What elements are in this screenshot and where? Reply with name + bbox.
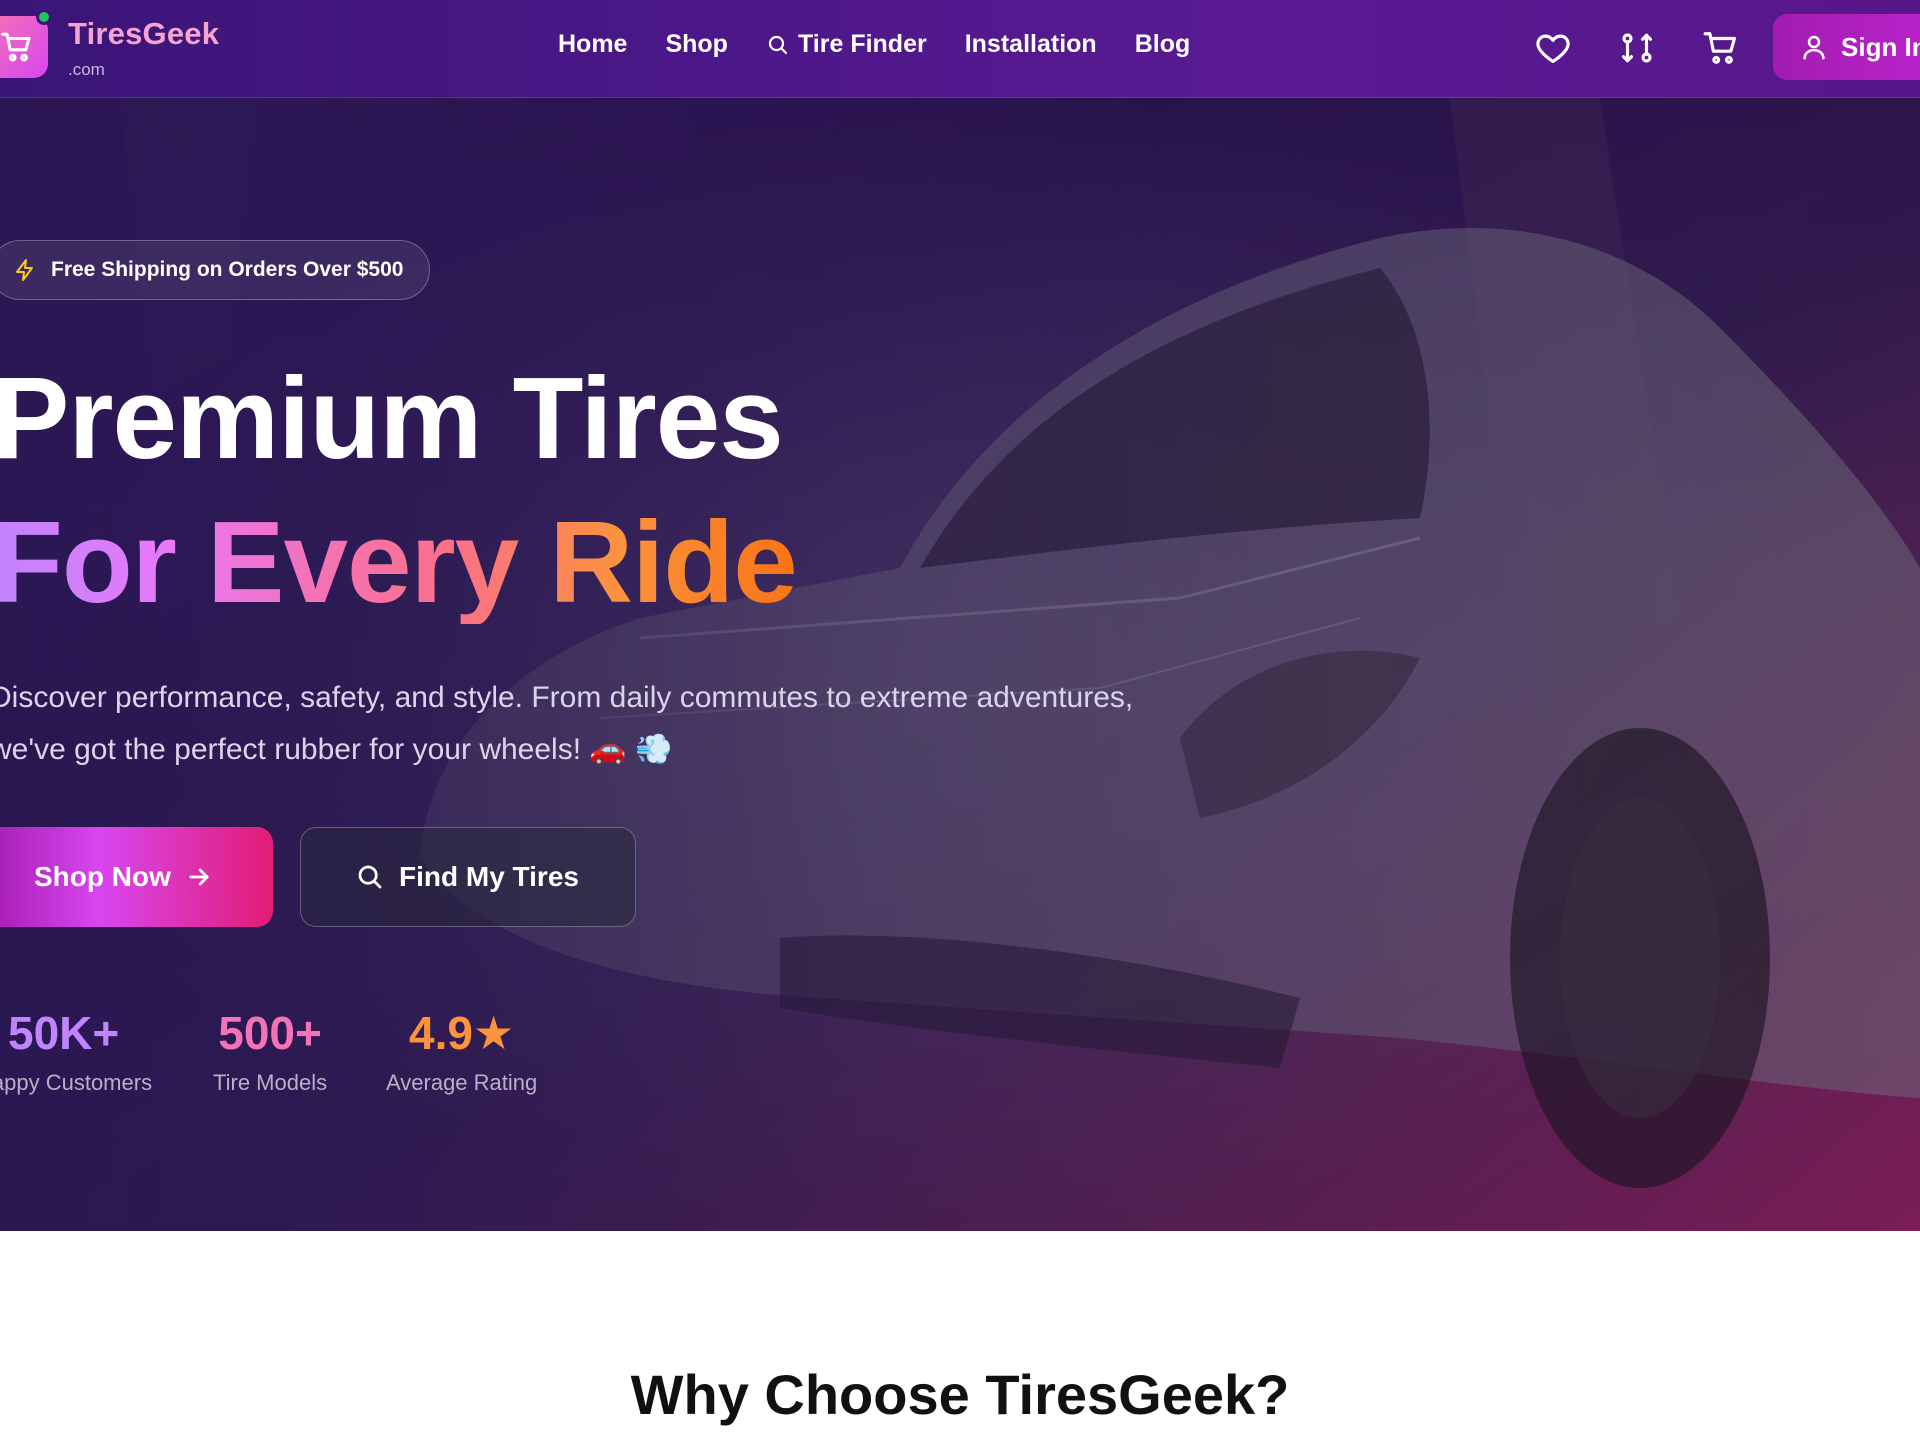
why-section: Why Choose TiresGeek? bbox=[0, 1232, 1920, 1440]
hero-title-line1: Premium Tires bbox=[0, 353, 784, 483]
stat-models-value: 500+ bbox=[218, 1007, 322, 1059]
stat-customers-label: Happy Customers bbox=[0, 1070, 153, 1095]
online-status-dot bbox=[36, 9, 52, 25]
hero-section: Free Shipping on Orders Over $500 Premiu… bbox=[0, 98, 1920, 1231]
stat-rating-value: 4.9★ bbox=[409, 1007, 515, 1059]
promo-badge: Free Shipping on Orders Over $500 bbox=[0, 240, 431, 300]
cart-icon[interactable] bbox=[1701, 28, 1741, 68]
user-icon bbox=[1803, 35, 1825, 60]
hero-subtitle-line1: Discover performance, safety, and style.… bbox=[0, 681, 1134, 714]
nav-installation[interactable]: Installation bbox=[965, 30, 1097, 59]
nav-blog-label: Blog bbox=[1134, 30, 1191, 58]
nav-shop[interactable]: Shop bbox=[665, 30, 728, 59]
stat-models: 500+ Tire Models bbox=[213, 1010, 327, 1096]
site-header: TiresGeek .com Home Shop Tire Finder Ins… bbox=[0, 0, 1920, 98]
find-my-tires-button[interactable]: Find My Tires bbox=[300, 827, 636, 927]
hero-title-line2: For Every Ride bbox=[0, 501, 798, 624]
logo-cart-icon[interactable] bbox=[0, 16, 48, 78]
compare-icon[interactable] bbox=[1617, 28, 1657, 68]
stat-rating-label: Average Rating bbox=[386, 1070, 538, 1095]
nav-home-label: Home bbox=[558, 30, 628, 58]
nav-tire-finder-label: Tire Finder bbox=[797, 30, 927, 58]
arrow-right-icon bbox=[189, 868, 209, 886]
nav-tire-finder[interactable]: Tire Finder bbox=[766, 30, 927, 59]
hero-subtitle-line2: we've got the perfect rubber for your wh… bbox=[0, 733, 673, 766]
find-my-tires-label: Find My Tires bbox=[399, 861, 579, 892]
shop-now-button[interactable]: Shop Now bbox=[0, 827, 273, 927]
sign-in-label: Sign In bbox=[1841, 31, 1920, 62]
hero-subtitle: Discover performance, safety, and style.… bbox=[0, 672, 1230, 776]
shop-now-label: Shop Now bbox=[34, 861, 171, 892]
stat-customers: 50K+ Happy Customers bbox=[0, 1010, 152, 1096]
promo-text: Free Shipping on Orders Over $500 bbox=[51, 258, 404, 281]
nav-home[interactable]: Home bbox=[558, 30, 627, 59]
brand-suffix: .com bbox=[68, 60, 105, 79]
main-nav: Home Shop Tire Finder Installation Blog bbox=[558, 30, 1228, 59]
stat-rating: 4.9★ Average Rating bbox=[386, 1010, 537, 1096]
nav-shop-label: Shop bbox=[665, 30, 728, 58]
stat-models-label: Tire Models bbox=[213, 1070, 328, 1095]
sign-in-button[interactable]: Sign In bbox=[1773, 14, 1920, 80]
nav-installation-label: Installation bbox=[964, 30, 1097, 58]
nav-blog[interactable]: Blog bbox=[1135, 30, 1191, 59]
search-icon bbox=[358, 865, 382, 889]
brand-name[interactable]: TiresGeek bbox=[68, 16, 219, 52]
heart-icon[interactable] bbox=[1533, 28, 1573, 68]
why-section-title: Why Choose TiresGeek? bbox=[630, 1363, 1290, 1426]
stat-customers-value: 50K+ bbox=[8, 1007, 120, 1059]
lightning-icon bbox=[16, 259, 33, 281]
search-icon bbox=[768, 35, 788, 54]
